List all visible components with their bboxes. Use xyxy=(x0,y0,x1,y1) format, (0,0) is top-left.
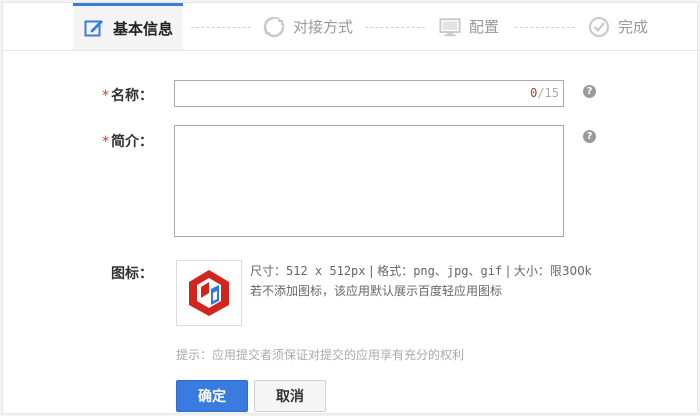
step-done[interactable]: 完成 xyxy=(588,3,648,50)
step-divider xyxy=(365,27,425,28)
name-help-icon[interactable]: ? xyxy=(583,85,596,98)
cancel-button[interactable]: 取消 xyxy=(254,380,326,412)
step-config[interactable]: 配置 xyxy=(439,3,499,50)
app-logo-icon xyxy=(189,270,229,316)
name-label: * 名称： xyxy=(102,88,153,104)
step-label: 基本信息 xyxy=(113,19,174,38)
required-mark: * xyxy=(102,88,109,104)
app-form-panel: 基本信息 对接方式 配置 完成 * 名称： 0/15 ? * 简介： ? 图标：… xyxy=(2,2,698,414)
intro-help-icon[interactable]: ? xyxy=(583,130,596,143)
step-indicator: 基本信息 对接方式 配置 完成 xyxy=(3,3,697,51)
edit-icon xyxy=(83,17,105,39)
submit-hint: 提示：应用提交者须保证对提交的应用享有充分的权利 xyxy=(176,348,465,362)
required-mark: * xyxy=(102,134,109,150)
step-label: 对接方式 xyxy=(293,18,354,36)
app-icon-upload[interactable] xyxy=(176,260,242,326)
intro-textarea[interactable] xyxy=(174,125,564,237)
step-divider xyxy=(515,27,575,28)
step-label: 完成 xyxy=(618,18,649,36)
step-label: 配置 xyxy=(469,18,500,36)
refresh-icon xyxy=(263,16,285,38)
char-counter: 0/15 xyxy=(530,86,559,100)
step-divider xyxy=(191,27,251,28)
icon-note-text: 若不添加图标，该应用默认展示百度轻应用图标 xyxy=(250,284,503,298)
confirm-button[interactable]: 确定 xyxy=(176,380,248,412)
step-integration[interactable]: 对接方式 xyxy=(263,3,353,50)
intro-label: * 简介： xyxy=(102,134,153,150)
name-input[interactable]: 0/15 xyxy=(174,80,564,107)
monitor-icon xyxy=(439,16,461,38)
icon-spec-text: 尺寸：512 x 512px | 格式：png、jpg、gif | 大小：限30… xyxy=(250,264,592,278)
icon-label: 图标： xyxy=(111,266,153,282)
check-circle-icon xyxy=(588,16,610,38)
step-basic-info[interactable]: 基本信息 xyxy=(73,3,184,50)
